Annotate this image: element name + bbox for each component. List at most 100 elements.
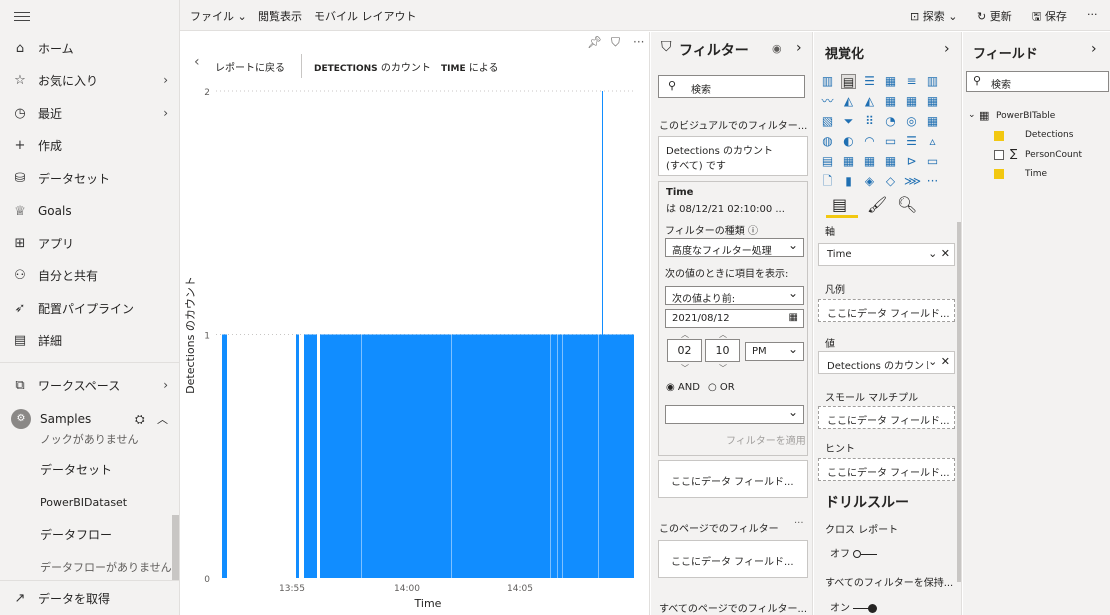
nav-item-create[interactable]: + 作成 bbox=[0, 130, 180, 160]
format-paintbrush-icon[interactable]: 🖌︎ bbox=[867, 195, 887, 214]
explore-button[interactable]: ⊡ 探索 ⌄ bbox=[910, 8, 957, 24]
cross-report-toggle[interactable]: オフ bbox=[830, 545, 878, 560]
eye-icon[interactable]: ◉ bbox=[772, 42, 782, 55]
minute-down-icon[interactable]: ﹀ bbox=[719, 363, 727, 374]
stacked-column-visual-icon[interactable]: ▤ bbox=[841, 74, 856, 89]
add-page-filter-field[interactable]: ここにデータ フィールド... bbox=[658, 540, 808, 578]
second-condition-dropdown[interactable] bbox=[665, 405, 804, 424]
more-visual-icon[interactable]: ··· bbox=[925, 174, 940, 189]
100-bar-visual-icon[interactable]: ≡ bbox=[904, 74, 919, 89]
clustered-bar-visual-icon[interactable]: ☰ bbox=[862, 74, 877, 89]
more-options-icon[interactable]: ··· bbox=[633, 35, 644, 49]
axis-field-well[interactable]: Time ⌄ ✕ bbox=[818, 243, 955, 266]
smart-narrative-visual-icon[interactable]: ▮ bbox=[841, 174, 856, 189]
table-visual-icon[interactable]: ▦ bbox=[841, 154, 856, 169]
view-menu[interactable]: 閲覧表示 bbox=[258, 8, 302, 24]
add-visual-filter-field[interactable]: ここにデータ フィールド... bbox=[658, 460, 808, 498]
nav-item-home[interactable]: ⌂ ホーム bbox=[0, 33, 180, 63]
paginated-visual-icon[interactable]: 🗋︎ bbox=[820, 174, 835, 189]
tooltips-field-well[interactable]: ここにデータ フィールド... bbox=[818, 458, 955, 481]
pin-icon[interactable]: 📌︎ bbox=[587, 35, 602, 49]
analytics-icon[interactable]: 🔍︎ bbox=[897, 195, 917, 214]
funnel-visual-icon[interactable]: ⏷ bbox=[841, 114, 856, 129]
legend-field-well[interactable]: ここにデータ フィールド... bbox=[818, 299, 955, 322]
collapse-chevron-icon[interactable]: › bbox=[1091, 41, 1097, 57]
hour-down-icon[interactable]: ﹀ bbox=[681, 363, 689, 374]
scatter-visual-icon[interactable]: ⠿ bbox=[862, 114, 877, 129]
checkbox-detections[interactable] bbox=[994, 131, 1004, 141]
line-clustered-visual-icon[interactable]: ▦ bbox=[904, 94, 919, 109]
more-options-icon[interactable]: ··· bbox=[794, 518, 804, 529]
table-name[interactable]: PowerBITable bbox=[996, 111, 1055, 121]
power-apps-visual-icon[interactable]: ◇ bbox=[883, 174, 898, 189]
card-visual-icon[interactable]: ▭ bbox=[883, 134, 898, 149]
file-menu[interactable]: ファイル ⌄ bbox=[190, 8, 247, 24]
mobile-layout-button[interactable]: モバイル レイアウト bbox=[314, 8, 417, 24]
area-visual-icon[interactable]: ◭ bbox=[841, 94, 856, 109]
treemap-visual-icon[interactable]: ▦ bbox=[925, 114, 940, 129]
nav-item-pipelines[interactable]: ➶ 配置パイプライン bbox=[0, 293, 180, 323]
filter-icon[interactable]: ⛉ bbox=[611, 35, 620, 50]
viz-scrollbar[interactable] bbox=[957, 222, 961, 582]
field-time[interactable]: Time bbox=[1025, 169, 1047, 179]
matrix-visual-icon[interactable]: ▦ bbox=[862, 154, 877, 169]
nav-item-get-data[interactable]: ↗ データを取得 bbox=[0, 583, 180, 613]
filter-card-detections[interactable]: Detections のカウント (すべて) です bbox=[658, 136, 808, 176]
field-personcount[interactable]: PersonCount bbox=[1025, 150, 1082, 160]
ws-item-datasets[interactable]: データセット bbox=[40, 461, 112, 478]
map-visual-icon[interactable]: ◍ bbox=[820, 134, 835, 149]
checkbox-time[interactable] bbox=[994, 169, 1004, 179]
filled-map-visual-icon[interactable]: ◐ bbox=[841, 134, 856, 149]
waterfall-visual-icon[interactable]: ▧ bbox=[820, 114, 835, 129]
collapse-chevron-icon[interactable]: › bbox=[796, 40, 802, 56]
key-influencers-visual-icon[interactable]: ▦ bbox=[883, 154, 898, 169]
keep-filters-toggle[interactable]: オン bbox=[830, 599, 878, 614]
or-radio[interactable]: ○ OR bbox=[708, 382, 735, 393]
chevron-up-icon[interactable]: ︿ bbox=[157, 411, 168, 427]
filters-search-input[interactable]: ⚲ 検索 bbox=[658, 75, 805, 98]
nav-item-goals[interactable]: ♕ Goals bbox=[0, 196, 180, 226]
slicer-visual-icon[interactable]: ▤ bbox=[820, 154, 835, 169]
multirow-card-visual-icon[interactable]: ☰ bbox=[904, 134, 919, 149]
nav-scrollbar[interactable] bbox=[172, 515, 179, 580]
ws-item-powerbidataset[interactable]: PowerBIDataset bbox=[40, 496, 127, 509]
donut-visual-icon[interactable]: ◎ bbox=[904, 114, 919, 129]
nav-item-datasets[interactable]: ⛁ データセット bbox=[0, 163, 180, 193]
small-multiples-field-well[interactable]: ここにデータ フィールド... bbox=[818, 406, 955, 429]
checkbox-personcount[interactable] bbox=[994, 150, 1004, 160]
nav-item-apps[interactable]: ⊞ アプリ bbox=[0, 228, 180, 258]
nav-item-shared[interactable]: ⚇ 自分と共有 bbox=[0, 260, 180, 290]
decomp-tree-visual-icon[interactable]: ⊳ bbox=[904, 154, 919, 169]
back-to-report-link[interactable]: レポートに戻る bbox=[215, 59, 285, 74]
minute-input[interactable]: 10 bbox=[705, 339, 740, 362]
chevron-left-icon[interactable]: ‹ bbox=[194, 54, 200, 70]
field-detections[interactable]: Detections bbox=[1025, 130, 1073, 140]
clustered-column-visual-icon[interactable]: ▦ bbox=[883, 74, 898, 89]
column-chart[interactable]: 2 1 0 13:55 14:00 14:05 Time Detections のカウント bbox=[181, 32, 650, 615]
more-options-icon[interactable]: ··· bbox=[1087, 8, 1098, 21]
100-column-visual-icon[interactable]: ▥ bbox=[925, 74, 940, 89]
refresh-button[interactable]: ↻ 更新 bbox=[977, 8, 1012, 24]
date-input[interactable]: 2021/08/12 ▦ bbox=[665, 309, 804, 328]
hamburger-menu-icon[interactable] bbox=[14, 9, 30, 23]
qa-visual-icon[interactable]: ▭ bbox=[925, 154, 940, 169]
fields-search-input[interactable]: ⚲ 検索 bbox=[966, 71, 1109, 92]
arcgis-visual-icon[interactable]: ◈ bbox=[862, 174, 877, 189]
chevron-down-icon[interactable]: ⌄ bbox=[968, 110, 976, 120]
condition-dropdown[interactable]: 次の値より前: bbox=[665, 286, 804, 305]
ws-item-dataflows[interactable]: データフロー bbox=[40, 526, 112, 543]
nav-item-learn[interactable]: ▤ 詳細 bbox=[0, 325, 180, 355]
nav-item-favorites[interactable]: ☆ お気に入り › bbox=[0, 65, 180, 95]
save-button[interactable]: 🖫 保存 bbox=[1032, 8, 1067, 27]
ribbon-visual-icon[interactable]: ▦ bbox=[925, 94, 940, 109]
filter-type-dropdown[interactable]: 高度なフィルター処理 bbox=[665, 238, 804, 257]
line-column-visual-icon[interactable]: ▦ bbox=[883, 94, 898, 109]
and-radio[interactable]: ◉ AND bbox=[666, 382, 700, 393]
nav-item-workspaces[interactable]: ⧉ ワークスペース › bbox=[0, 370, 180, 400]
pie-visual-icon[interactable]: ◔ bbox=[883, 114, 898, 129]
power-automate-visual-icon[interactable]: ⋙ bbox=[904, 174, 921, 189]
gauge-visual-icon[interactable]: ◠ bbox=[862, 134, 877, 149]
nav-item-recent[interactable]: ◷ 最近 › bbox=[0, 98, 180, 128]
fields-tab-icon[interactable]: ▤ bbox=[832, 195, 847, 214]
ampm-dropdown[interactable]: PM bbox=[745, 342, 804, 361]
